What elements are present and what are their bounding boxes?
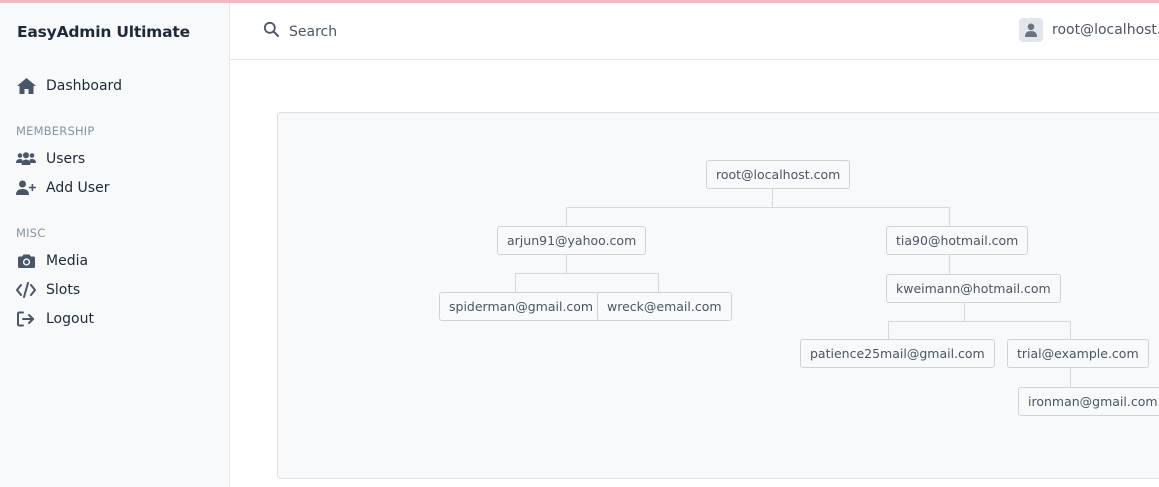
logout-icon: [16, 310, 36, 328]
avatar: [1019, 18, 1043, 42]
section-label-membership: MEMBERSHIP: [16, 124, 95, 138]
camera-icon: [16, 252, 36, 270]
tree-node-arjun91[interactable]: arjun91@yahoo.com: [497, 226, 647, 255]
tree-node-tia90[interactable]: tia90@hotmail.com: [886, 226, 1029, 255]
tree-node-spiderman[interactable]: spiderman@gmail.com: [439, 292, 604, 321]
tree-node-wreck[interactable]: wreck@email.com: [597, 292, 732, 321]
user-plus-icon: [16, 179, 36, 197]
sidebar-item-logout[interactable]: Logout: [16, 307, 94, 331]
sidebar-item-label: Logout: [46, 311, 94, 327]
section-label-misc: MISC: [16, 226, 46, 240]
tree-node-root[interactable]: root@localhost.com: [706, 160, 851, 189]
sidebar-item-media[interactable]: Media: [16, 249, 88, 273]
search-input[interactable]: [289, 23, 589, 40]
sidebar-item-label: Users: [46, 151, 86, 167]
top-header: root@localhost.com: [230, 3, 1159, 60]
code-icon: [16, 281, 36, 299]
user-menu[interactable]: root@localhost.com: [1019, 18, 1159, 42]
sidebar-item-label: Dashboard: [46, 78, 122, 94]
sidebar-item-add-user[interactable]: Add User: [16, 176, 109, 200]
tree-node-trial[interactable]: trial@example.com: [1007, 339, 1149, 368]
sidebar-item-label: Add User: [46, 180, 110, 196]
app-title[interactable]: EasyAdmin Ultimate: [17, 23, 190, 41]
tree-node-ironman[interactable]: ironman@gmail.com: [1018, 387, 1159, 416]
org-tree-panel: root@localhost.com arjun91@yahoo.com tia…: [277, 112, 1159, 479]
sidebar-item-label: Slots: [46, 282, 81, 298]
user-email: root@localhost.com: [1052, 22, 1159, 38]
sidebar-item-users[interactable]: Users: [16, 147, 85, 171]
tree-node-kweimann[interactable]: kweimann@hotmail.com: [886, 274, 1061, 303]
sidebar: EasyAdmin Ultimate Dashboard MEMBERSHIP …: [0, 3, 230, 487]
search-bar[interactable]: [263, 21, 589, 42]
search-icon: [263, 21, 280, 42]
user-icon: [1025, 23, 1037, 37]
users-icon: [16, 150, 36, 168]
home-icon: [16, 77, 36, 95]
sidebar-item-slots[interactable]: Slots: [16, 278, 80, 302]
tree-node-patience25mail[interactable]: patience25mail@gmail.com: [800, 339, 995, 368]
sidebar-item-dashboard[interactable]: Dashboard: [16, 74, 122, 98]
sidebar-item-label: Media: [46, 253, 89, 269]
